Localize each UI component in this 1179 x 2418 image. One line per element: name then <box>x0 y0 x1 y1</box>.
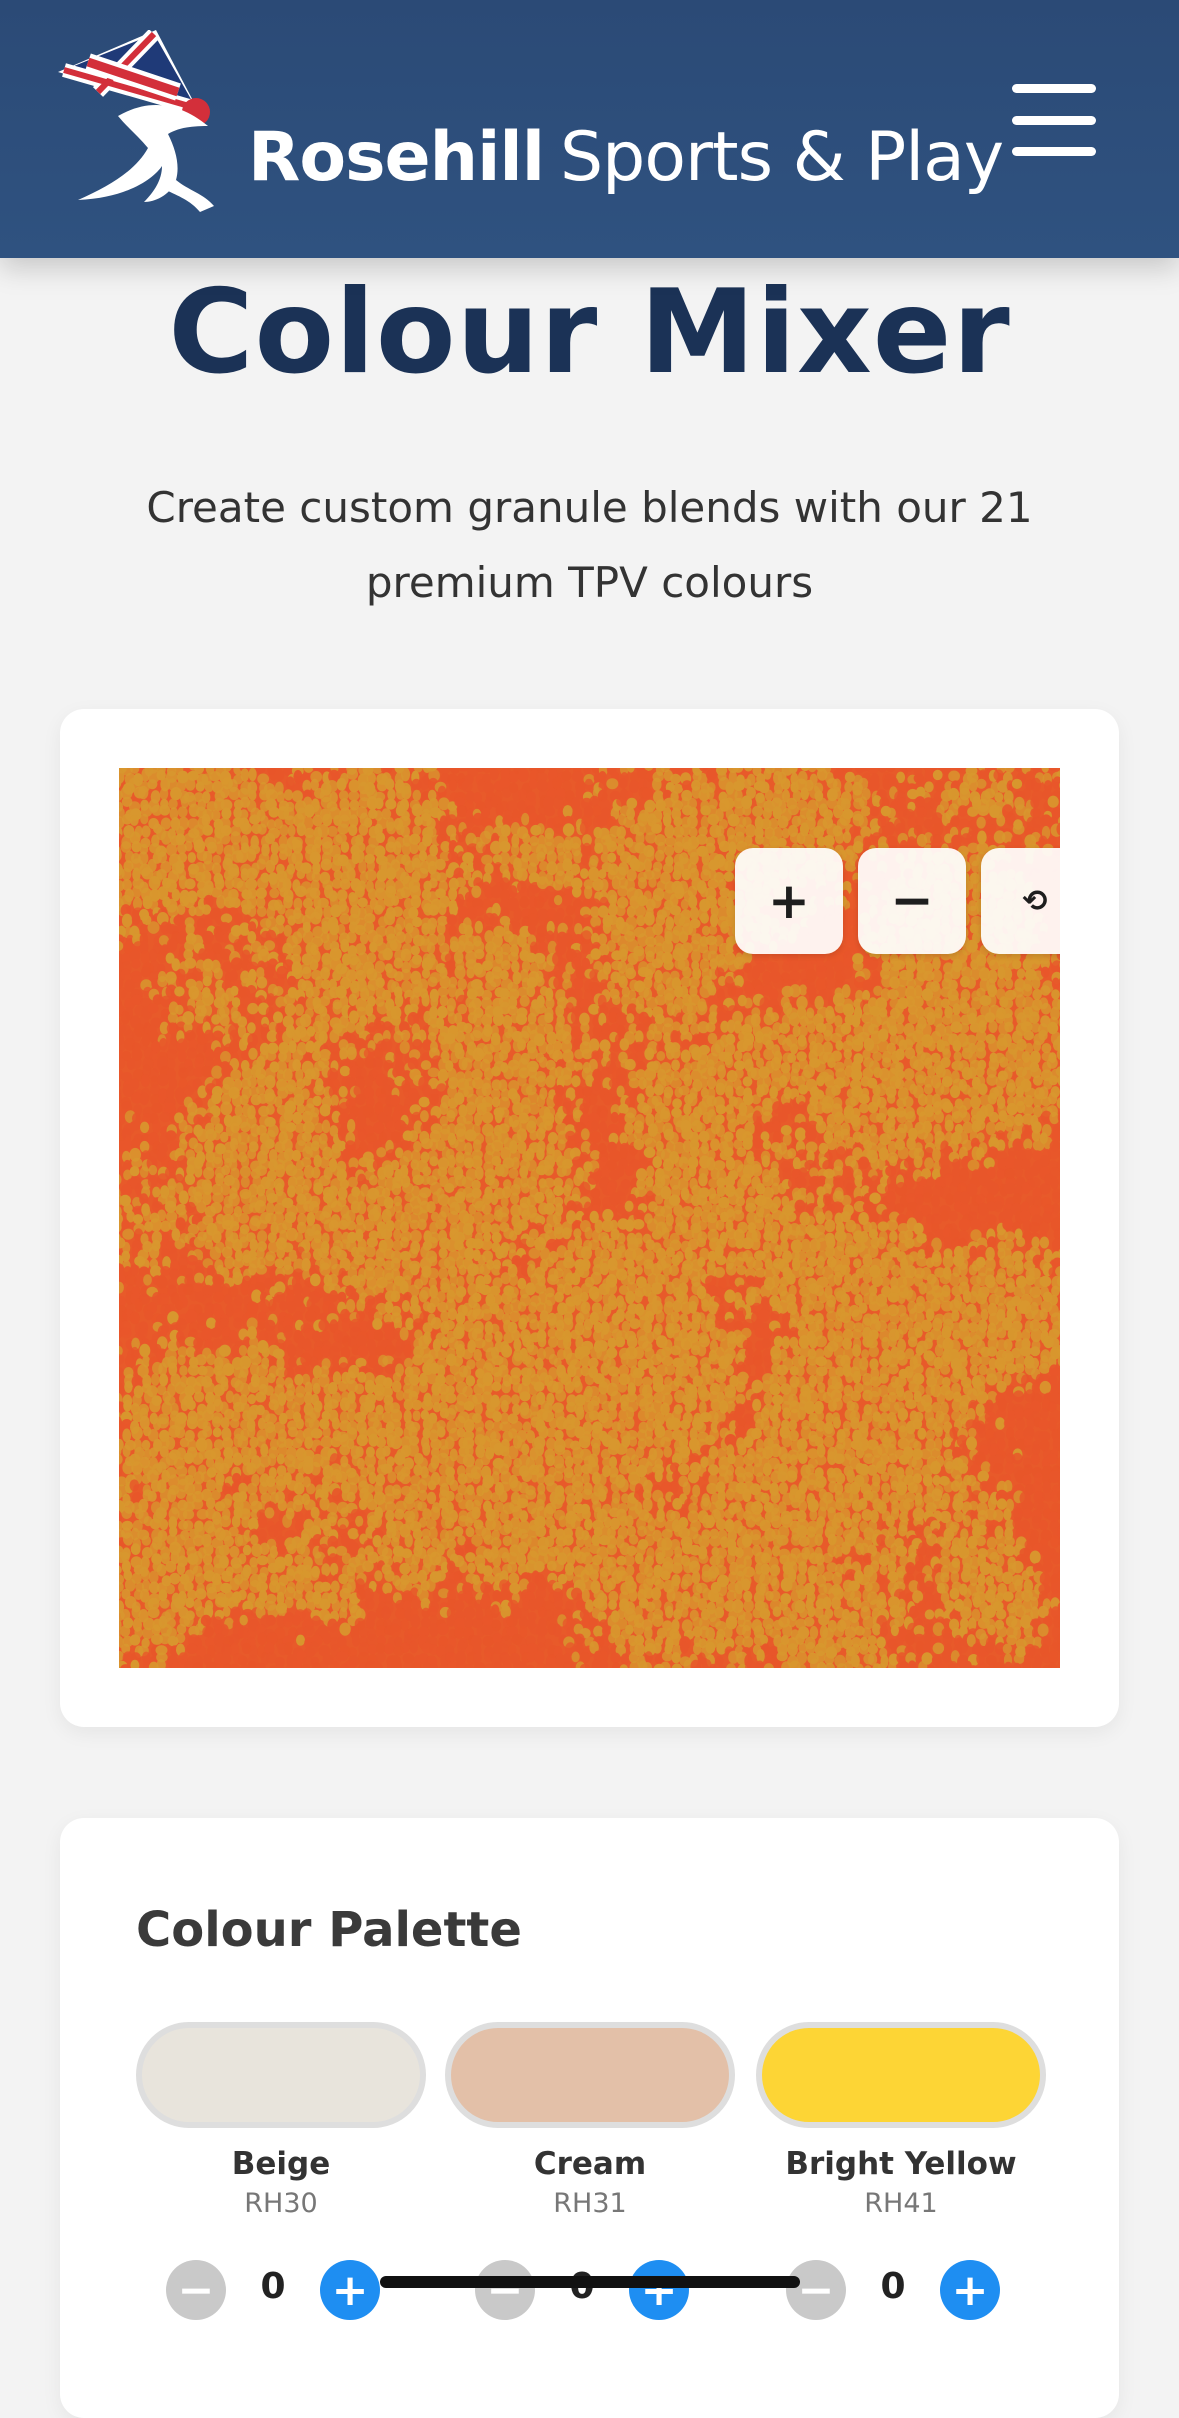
menu-bar <box>1012 116 1096 125</box>
page-subtitle: Create custom granule blends with our 21… <box>60 470 1119 620</box>
quantity-value: 0 <box>846 2266 940 2307</box>
swatch-code: RH31 <box>445 2188 735 2219</box>
swatch-cream-chip[interactable] <box>445 2022 735 2128</box>
swatch-name: Beige <box>136 2146 426 2182</box>
colour-palette-card: Colour Palette Beige RH30 Cream RH31 Bri… <box>60 1818 1119 2418</box>
swatch-beige: Beige RH30 <box>136 2022 426 2219</box>
quantity-stepper-bright-yellow: − 0 + <box>756 2260 1046 2320</box>
brand-light: Sports & Play <box>560 118 1003 197</box>
quantity-value: 0 <box>226 2266 320 2307</box>
decrease-button[interactable]: − <box>786 2260 846 2320</box>
decrease-button[interactable]: − <box>166 2260 226 2320</box>
site-header: RosehillSports & Play <box>0 0 1179 258</box>
swatch-beige-chip[interactable] <box>136 2022 426 2128</box>
brand-bold: Rosehill <box>248 118 544 197</box>
union-jack-runner-logo[interactable] <box>58 30 248 215</box>
increase-button[interactable]: + <box>320 2260 380 2320</box>
swatch-bright-yellow: Bright Yellow RH41 <box>756 2022 1046 2219</box>
hamburger-menu-icon[interactable] <box>1012 84 1096 156</box>
swatch-code: RH30 <box>136 2188 426 2219</box>
brand-name[interactable]: RosehillSports & Play <box>248 118 1003 198</box>
reset-view-button[interactable]: ⟲ <box>981 848 1060 954</box>
home-indicator <box>380 2276 800 2288</box>
increase-button[interactable]: + <box>940 2260 1000 2320</box>
swatch-bright-yellow-chip[interactable] <box>756 2022 1046 2128</box>
zoom-out-button[interactable]: − <box>858 848 966 954</box>
palette-title: Colour Palette <box>136 1902 522 1958</box>
blend-preview-card: + − ⟲ <box>60 709 1119 1727</box>
swatch-code: RH41 <box>756 2188 1046 2219</box>
swatch-name: Bright Yellow <box>756 2146 1046 2182</box>
quantity-stepper-beige: − 0 + <box>136 2260 426 2320</box>
menu-bar <box>1012 84 1096 93</box>
granule-blend-preview[interactable]: + − ⟲ <box>119 768 1060 1668</box>
swatch-cream: Cream RH31 <box>445 2022 735 2219</box>
page-title: Colour Mixer <box>0 268 1179 398</box>
menu-bar <box>1012 147 1096 156</box>
zoom-in-button[interactable]: + <box>735 848 843 954</box>
swatch-name: Cream <box>445 2146 735 2182</box>
increase-button[interactable]: + <box>629 2260 689 2320</box>
quantity-stepper-cream: − 0 + <box>445 2260 735 2320</box>
decrease-button[interactable]: − <box>475 2260 535 2320</box>
